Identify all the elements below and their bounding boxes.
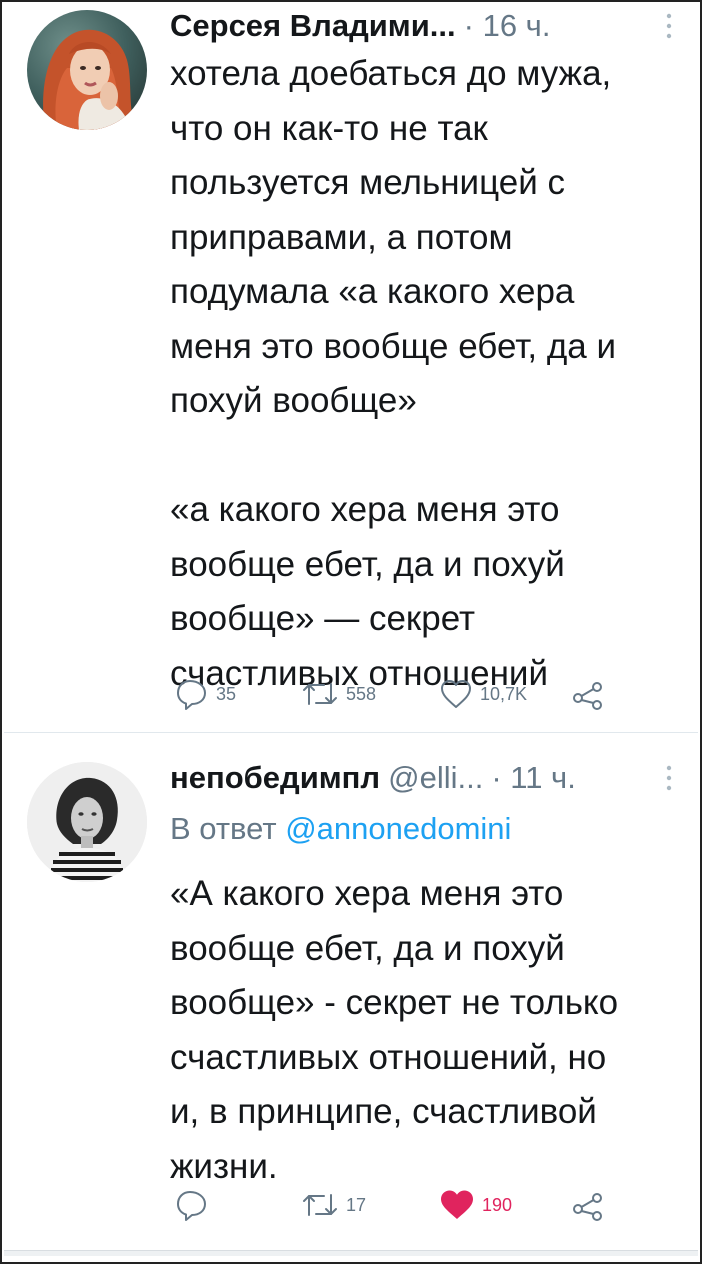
more-vertical-icon[interactable] (662, 763, 676, 793)
tweet[interactable]: Серсея Владими... · 16 ч. хотела доебать… (2, 2, 702, 730)
like-count: 10,7K (480, 683, 528, 704)
reply-to-handle[interactable]: @annonedomini (285, 811, 511, 846)
more-vertical-icon[interactable] (662, 11, 676, 41)
author-name[interactable]: Серсея Владими... (170, 8, 456, 44)
reply-button[interactable]: 35 (174, 674, 236, 714)
like-icon (438, 1187, 476, 1223)
divider (4, 732, 698, 733)
timestamp[interactable]: · 16 ч. (464, 8, 551, 44)
timestamp[interactable]: · 11 ч. (491, 760, 576, 796)
tweet-text: хотела доебаться до мужа, что он как-то … (170, 54, 617, 693)
retweet-count: 558 (346, 683, 377, 704)
bottom-divider (4, 1250, 698, 1256)
retweet-button[interactable]: 558 (300, 674, 376, 714)
action-bar: 17 190 (170, 1185, 690, 1225)
retweet-icon (300, 1187, 340, 1223)
share-icon (570, 676, 606, 712)
retweet-button[interactable]: 17 (300, 1185, 366, 1225)
reply-button[interactable] (174, 1185, 216, 1225)
avatar[interactable] (27, 10, 147, 130)
share-icon (570, 1187, 606, 1223)
avatar[interactable] (27, 762, 147, 882)
tweet-text: «А какого хера меня это вообще ебет, да … (170, 874, 619, 1186)
author-name[interactable]: непобедимпл (170, 760, 380, 796)
like-button[interactable]: 10,7K (438, 674, 527, 714)
reply-icon (174, 1187, 210, 1223)
reply-count: 35 (216, 683, 237, 704)
like-count: 190 (482, 1194, 513, 1215)
share-button[interactable] (570, 1185, 606, 1225)
retweet-count: 17 (346, 1194, 367, 1215)
reply-icon (174, 676, 210, 712)
retweet-icon (300, 676, 340, 712)
action-bar: 35 558 10,7K (170, 674, 690, 714)
tweet[interactable]: непобедимпл @elli... · 11 ч. В ответ @an… (2, 735, 702, 1255)
reply-to-line: В ответ @annonedomini (170, 811, 511, 847)
tweet-header: непобедимпл @elli... · 11 ч. (170, 757, 684, 799)
timeline: Серсея Владими... · 16 ч. хотела доебать… (0, 0, 702, 1264)
reply-to-label: В ответ (170, 811, 277, 846)
author-handle[interactable]: @elli... (388, 760, 483, 796)
share-button[interactable] (570, 674, 606, 714)
like-button[interactable]: 190 (438, 1185, 512, 1225)
tweet-header: Серсея Владими... · 16 ч. (170, 5, 684, 47)
like-icon (438, 676, 474, 712)
